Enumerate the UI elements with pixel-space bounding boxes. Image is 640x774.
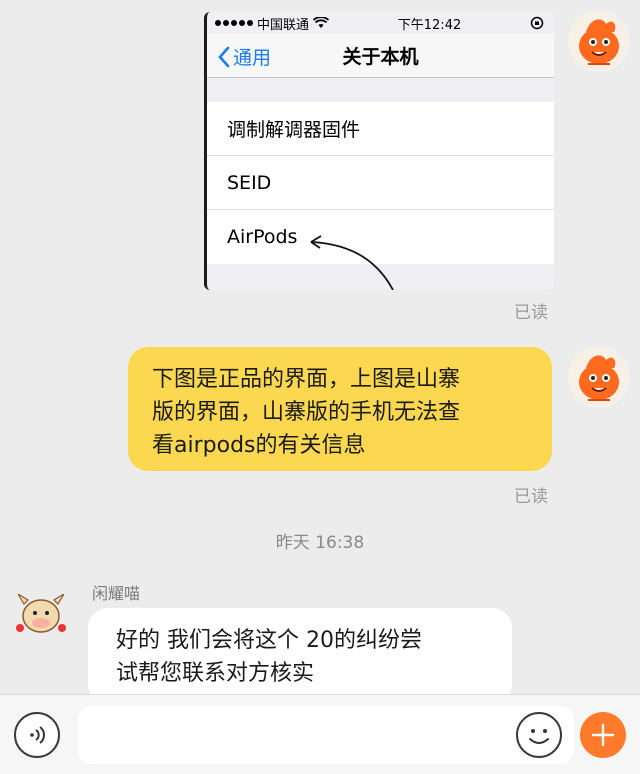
chevron-left-icon [218, 46, 230, 67]
status-time: 下午12:42 [397, 17, 462, 33]
plus-icon [591, 723, 615, 747]
back-label: 通用 [233, 47, 272, 69]
message-line: 试帮您联系对方核实 [116, 661, 315, 686]
signal-dots-icon [215, 20, 253, 26]
annotation-arrow-icon [310, 235, 394, 290]
emoji-button[interactable] [516, 712, 562, 758]
nav-bar: 通用 关于本机 [207, 34, 554, 78]
message-line: 版的界面，山寨版的手机无法查 [152, 400, 461, 425]
message-line: 看airpods的有关信息 [152, 433, 366, 458]
mascot-avatar-icon [568, 10, 630, 72]
message-line: 下图是正品的界面，上图是山寨 [152, 367, 461, 392]
read-status: 已读 [514, 487, 548, 507]
plus-button[interactable] [580, 712, 626, 758]
message-timestamp: 昨天 16:38 [275, 533, 365, 553]
incoming-message-bubble[interactable]: 好的 我们会将这个 20的纠纷尝 试帮您联系对方核实 [88, 608, 512, 704]
rotation-lock-icon [530, 16, 544, 30]
sender-avatar[interactable] [10, 584, 72, 646]
my-avatar[interactable] [568, 346, 630, 408]
message-line: 好的 我们会将这个 20的纠纷尝 [116, 628, 422, 653]
row-modem-firmware[interactable]: 调制解调器固件 [207, 102, 554, 156]
mascot-avatar-icon [568, 346, 630, 408]
wifi-icon [313, 17, 330, 28]
sender-name: 闲耀喵 [92, 584, 141, 603]
read-status: 已读 [514, 303, 548, 323]
back-button[interactable]: 通用 [217, 43, 271, 70]
image-message-screenshot[interactable]: 中国联通 下午12:42 通用 关于本机 调制解调器固件 SEID AirPod… [204, 12, 554, 290]
message-input[interactable] [78, 706, 574, 764]
cow-avatar-icon [16, 593, 66, 633]
outgoing-message-bubble[interactable]: 下图是正品的界面，上图是山寨 版的界面，山寨版的手机无法查 看airpods的有… [128, 347, 552, 471]
my-avatar[interactable] [568, 10, 630, 72]
voice-wave-icon [30, 726, 45, 744]
carrier-name: 中国联通 [257, 17, 310, 33]
smiley-face-icon [529, 729, 549, 744]
row-seid[interactable]: SEID [207, 156, 554, 210]
status-bar: 中国联通 下午12:42 [207, 12, 554, 34]
voice-button[interactable] [14, 712, 60, 758]
